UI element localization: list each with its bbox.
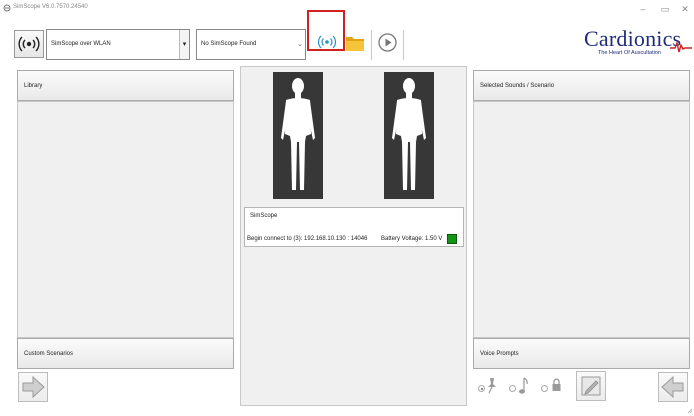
- connect-wifi-button[interactable]: [311, 27, 343, 57]
- connection-type-select[interactable]: SimScope over WLAN ▾: [46, 29, 190, 60]
- remove-from-selection-button[interactable]: [658, 372, 688, 402]
- connection-status-text: Begin connect to (3): 192.168.10.130 : 1…: [247, 236, 368, 242]
- arrow-right-icon: [22, 375, 45, 399]
- chevron-down-icon[interactable]: ⌄: [295, 30, 305, 59]
- heartbeat-icon: [670, 40, 692, 53]
- wlan-icon: [18, 36, 40, 52]
- mode-radio-note[interactable]: [509, 385, 516, 392]
- device-select[interactable]: No SimScope Found ⌄: [196, 29, 306, 60]
- simscope-status-panel: SimScope Begin connect to (3): 192.168.1…: [244, 207, 464, 247]
- device-select-value: No SimScope Found: [201, 41, 257, 47]
- library-label: Library: [24, 83, 43, 89]
- add-to-selection-button[interactable]: [18, 372, 48, 402]
- app-icon: [3, 4, 11, 12]
- selected-sounds-label: Selected Sounds / Scenario: [480, 83, 555, 89]
- wlan-mode-button[interactable]: [14, 30, 44, 58]
- arrow-left-icon: [661, 375, 684, 399]
- mode-radio-pin[interactable]: [478, 385, 485, 392]
- battery-voltage-text: Battery Voltage: 1.50 V: [381, 236, 443, 242]
- chevron-down-icon[interactable]: ▾: [179, 30, 189, 59]
- close-button[interactable]: ✕: [676, 2, 694, 16]
- custom-scenarios-label: Custom Scenarios: [24, 351, 74, 357]
- battery-status-indicator: [447, 234, 457, 244]
- logo-tagline: The Heart Of Auscultation: [598, 50, 661, 56]
- play-icon: [378, 33, 397, 52]
- toolbar: SimScope over WLAN ▾ No SimScope Found ⌄…: [0, 10, 694, 66]
- pushpin-icon[interactable]: [486, 376, 498, 394]
- wifi-signal-icon: [317, 35, 337, 49]
- selected-sounds-header[interactable]: Selected Sounds / Scenario: [473, 70, 690, 101]
- music-note-icon[interactable]: [518, 376, 530, 396]
- lock-icon[interactable]: [551, 376, 562, 394]
- logo-brand: Cardionics: [584, 26, 682, 51]
- play-button[interactable]: [377, 32, 398, 53]
- status-title: SimScope: [250, 213, 278, 219]
- edit-scenario-button[interactable]: [576, 371, 606, 401]
- open-folder-button[interactable]: [344, 32, 366, 54]
- maximize-button[interactable]: ▭: [656, 2, 674, 16]
- resize-grip-icon[interactable]: [687, 406, 693, 414]
- human-body-back-icon: [392, 78, 426, 190]
- custom-scenarios-header[interactable]: Custom Scenarios: [17, 338, 234, 369]
- selected-sounds-list[interactable]: [473, 101, 690, 338]
- edit-icon: [581, 376, 601, 396]
- cardionics-logo: Cardionics The Heart Of Auscultation: [584, 26, 692, 60]
- voice-prompts-header[interactable]: Voice Prompts: [473, 338, 690, 369]
- window-title: SimScope V6.0.7570.24540: [13, 4, 88, 10]
- minimize-button[interactable]: –: [634, 2, 652, 16]
- body-front-view[interactable]: [273, 72, 323, 199]
- connection-type-value: SimScope over WLAN: [51, 41, 111, 47]
- mode-radio-lock[interactable]: [541, 385, 548, 392]
- library-list[interactable]: [17, 101, 234, 338]
- folder-icon: [346, 37, 364, 51]
- body-back-view[interactable]: [384, 72, 434, 199]
- human-body-front-icon: [281, 78, 315, 190]
- toolbar-separator: [371, 30, 372, 60]
- toolbar-separator: [403, 30, 404, 60]
- title-bar: SimScope V6.0.7570.24540 – ▭ ✕: [0, 0, 694, 18]
- voice-prompts-label: Voice Prompts: [480, 351, 519, 357]
- library-header[interactable]: Library: [17, 70, 234, 101]
